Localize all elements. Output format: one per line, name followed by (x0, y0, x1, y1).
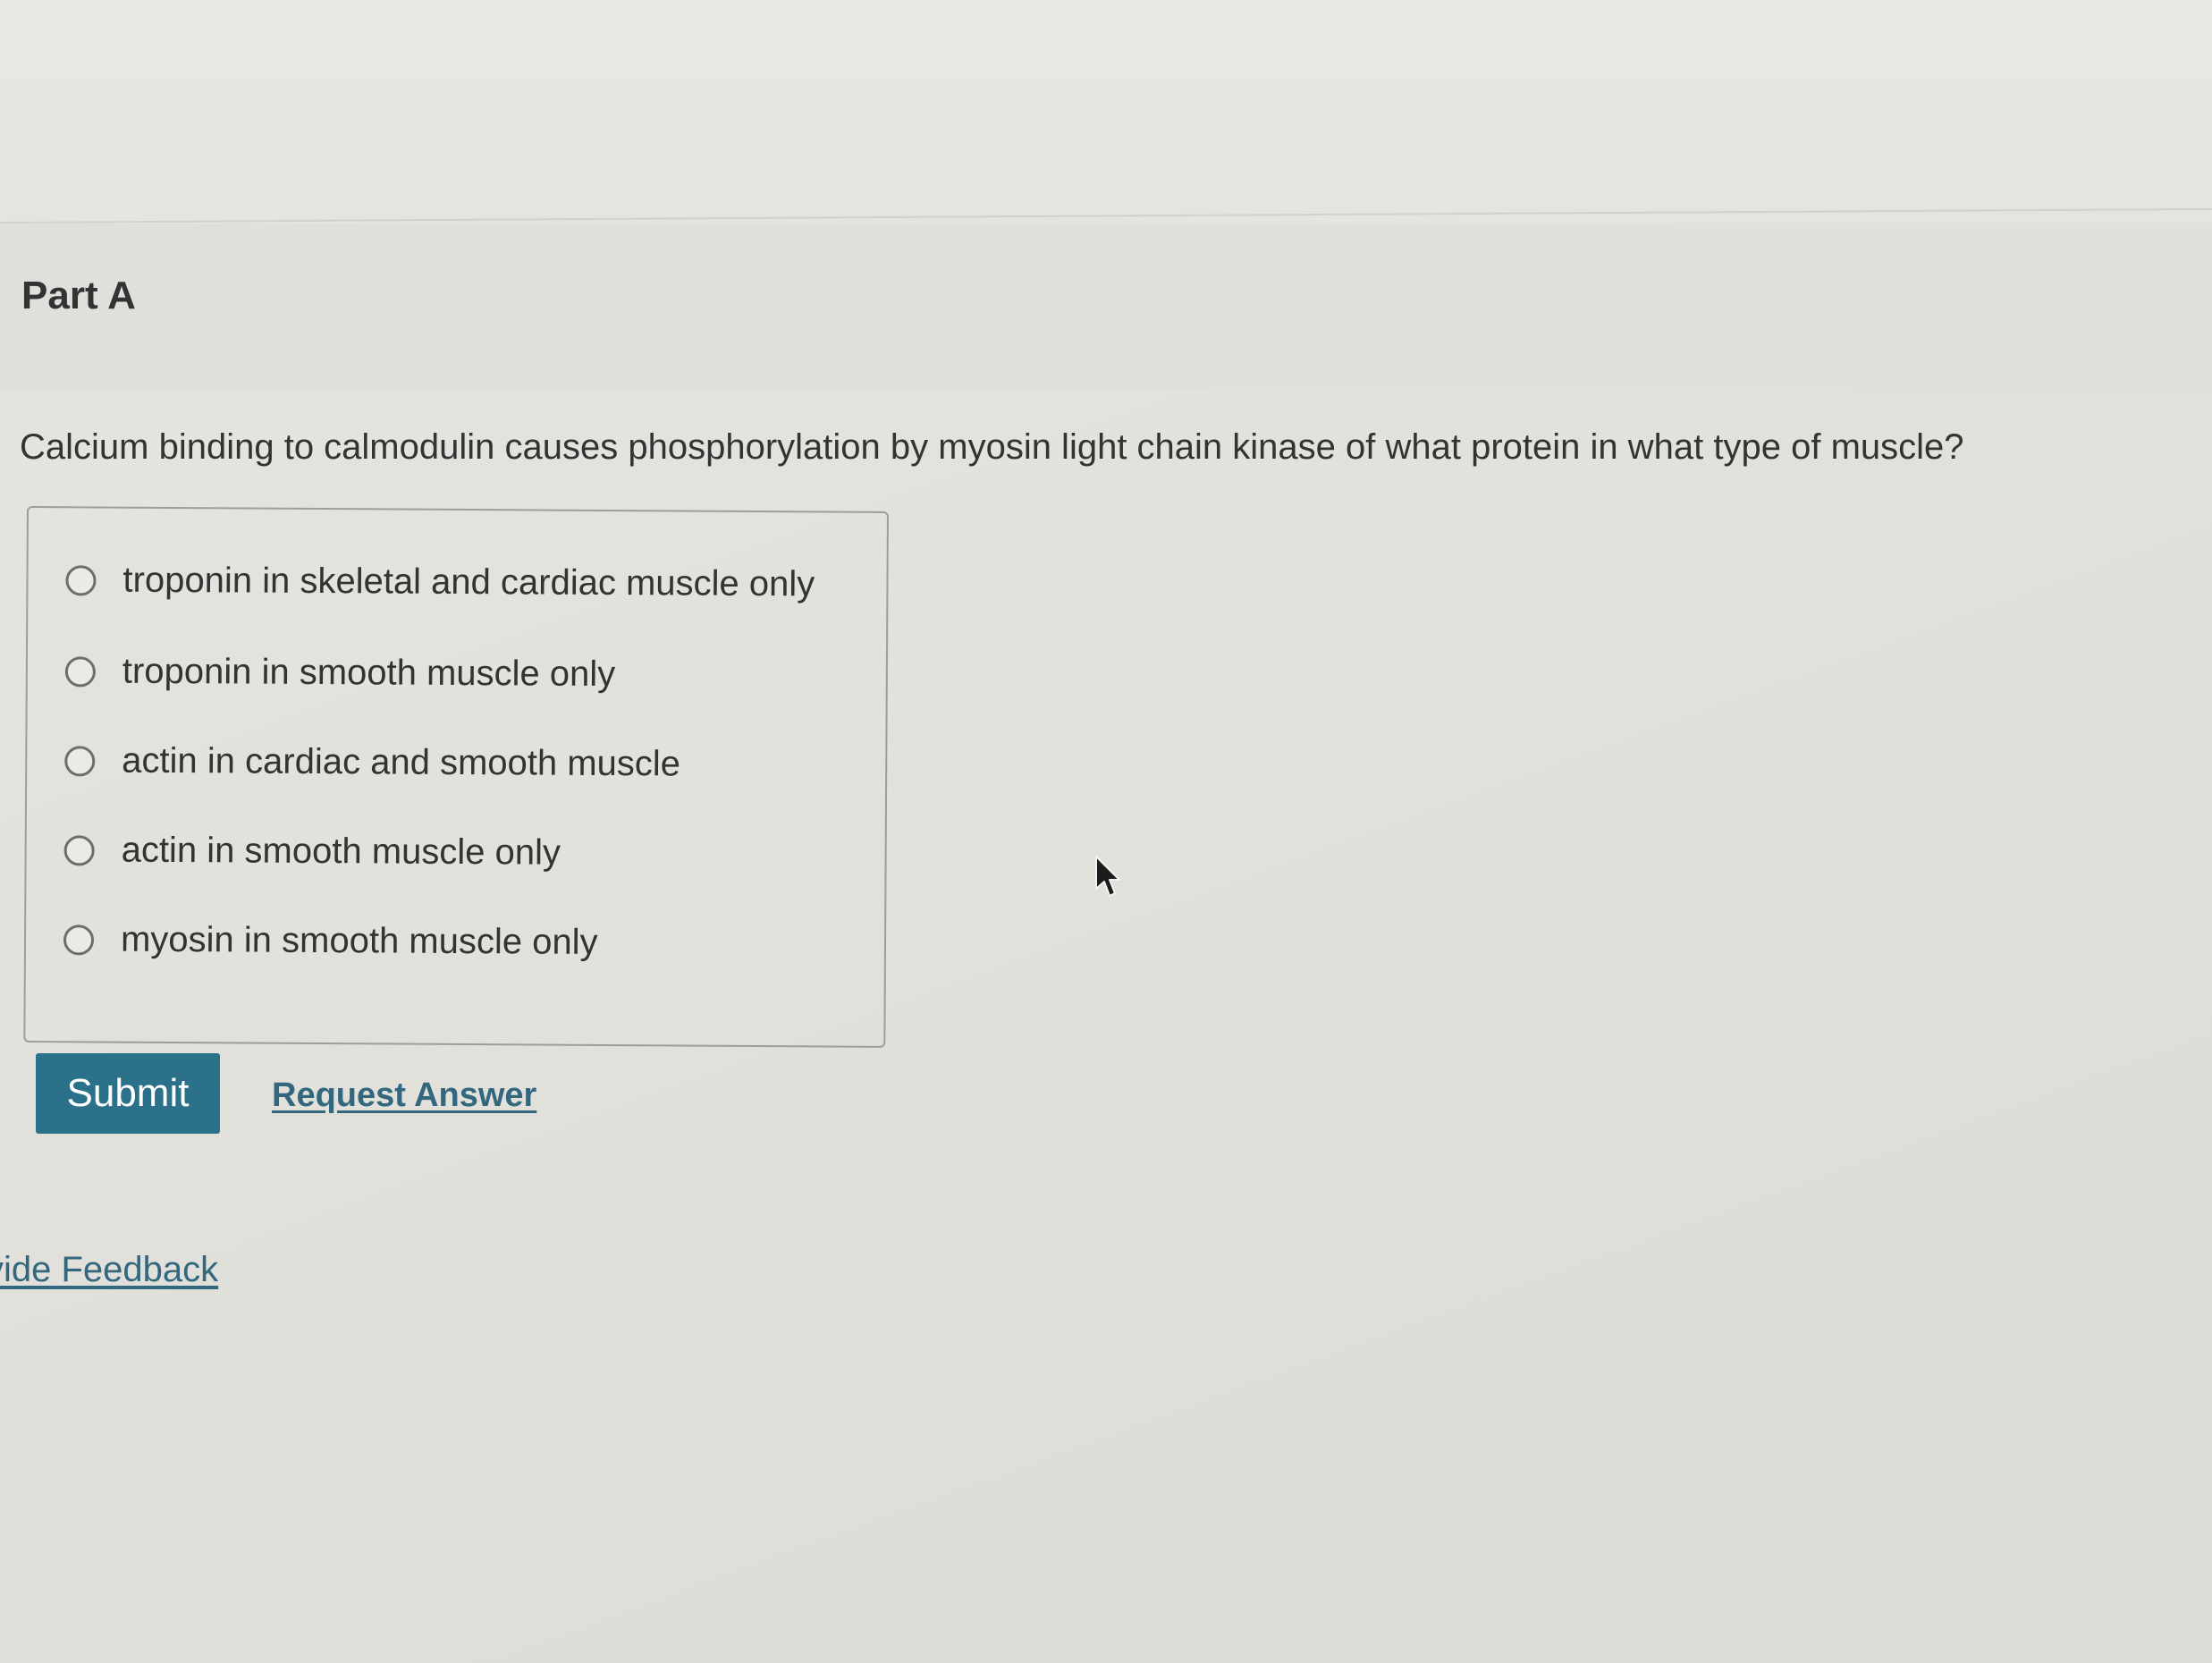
part-header (0, 224, 2212, 392)
request-answer-link[interactable]: Request Answer (272, 1076, 536, 1115)
option-actin-cardiac-smooth[interactable]: actin in cardiac and smooth muscle (64, 740, 680, 784)
radio-unselected-icon[interactable] (63, 834, 95, 865)
option-myosin-smooth[interactable]: myosin in smooth muscle only (63, 919, 598, 963)
question-text: Calcium binding to calmodulin causes pho… (20, 427, 1964, 467)
provide-feedback-link[interactable]: vide Feedback (0, 1250, 218, 1290)
option-label: troponin in skeletal and cardiac muscle … (122, 560, 815, 604)
submit-button[interactable]: Submit (36, 1053, 220, 1134)
radio-unselected-icon[interactable] (63, 924, 95, 955)
answer-options-box: troponin in skeletal and cardiac muscle … (23, 506, 889, 1048)
mouse-pointer-icon (1095, 856, 1120, 897)
option-label: actin in smooth muscle only (121, 830, 561, 873)
part-title: Part A (21, 274, 136, 317)
radio-unselected-icon[interactable] (64, 745, 96, 776)
page-header-area (0, 0, 2212, 222)
option-troponin-smooth[interactable]: troponin in smooth muscle only (64, 651, 616, 695)
radio-unselected-icon[interactable] (64, 655, 96, 687)
option-actin-smooth[interactable]: actin in smooth muscle only (63, 830, 561, 873)
option-label: troponin in smooth muscle only (122, 651, 616, 695)
radio-unselected-icon[interactable] (65, 564, 97, 595)
option-label: myosin in smooth muscle only (120, 919, 598, 962)
option-label: actin in cardiac and smooth muscle (122, 740, 681, 784)
option-troponin-skeletal-cardiac[interactable]: troponin in skeletal and cardiac muscle … (65, 560, 815, 604)
